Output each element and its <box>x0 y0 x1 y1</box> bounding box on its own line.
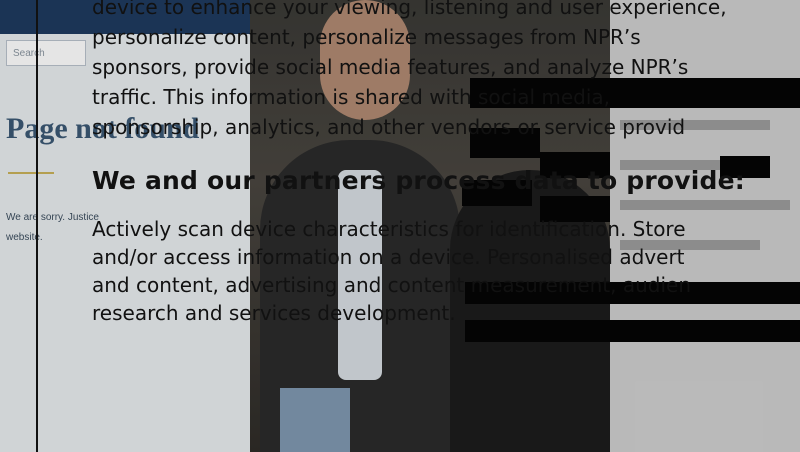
consent-paragraph-line: sponsors, provide social media features,… <box>92 55 689 79</box>
consent-paragraph-line: personalize content, personalize message… <box>92 25 641 49</box>
purposes-line: Actively scan device characteristics for… <box>92 217 686 241</box>
purposes-line: and/or access information on a device. P… <box>92 245 685 269</box>
consent-paragraph-line: device to enhance your viewing, listenin… <box>92 0 727 19</box>
purposes-heading: We and our partners process data to prov… <box>92 166 746 195</box>
consent-text-block: device to enhance your viewing, listenin… <box>92 0 800 327</box>
consent-paragraph-line: sponsorship, analytics, and other vendor… <box>92 115 686 139</box>
purposes-paragraph: Actively scan device characteristics for… <box>92 215 800 327</box>
consent-paragraph-line: traffic. This information is shared with… <box>92 85 611 109</box>
purposes-line: and content, advertising and content mea… <box>92 273 692 297</box>
overlay-divider <box>36 0 38 452</box>
purposes-line: research and services development. <box>92 301 456 325</box>
consent-paragraph: device to enhance your viewing, listenin… <box>92 0 800 142</box>
